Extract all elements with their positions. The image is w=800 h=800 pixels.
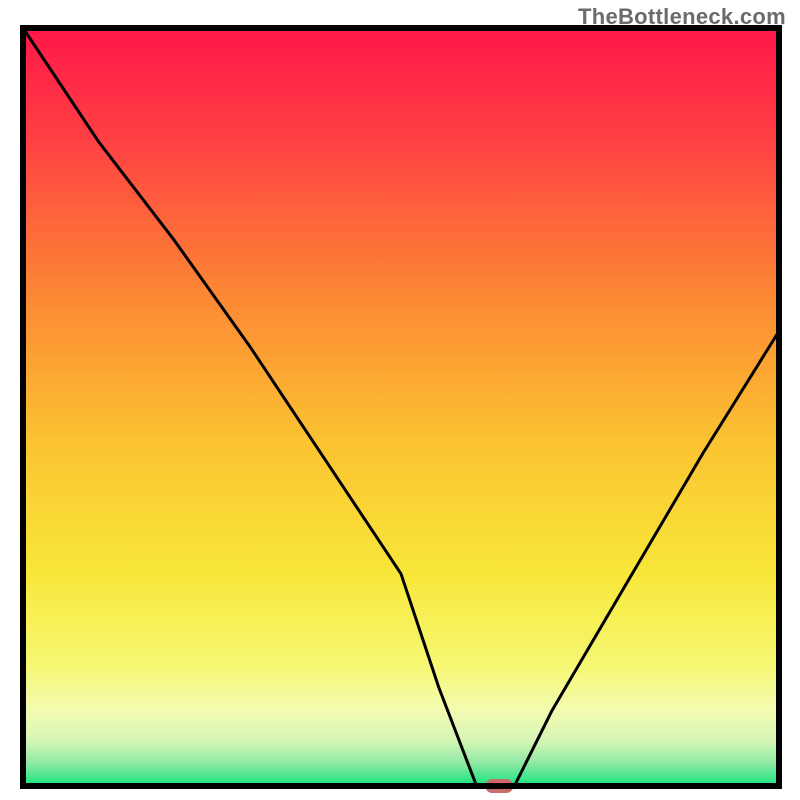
bottleneck-chart xyxy=(0,0,800,800)
watermark-text: TheBottleneck.com xyxy=(578,4,786,30)
chart-container: TheBottleneck.com xyxy=(0,0,800,800)
